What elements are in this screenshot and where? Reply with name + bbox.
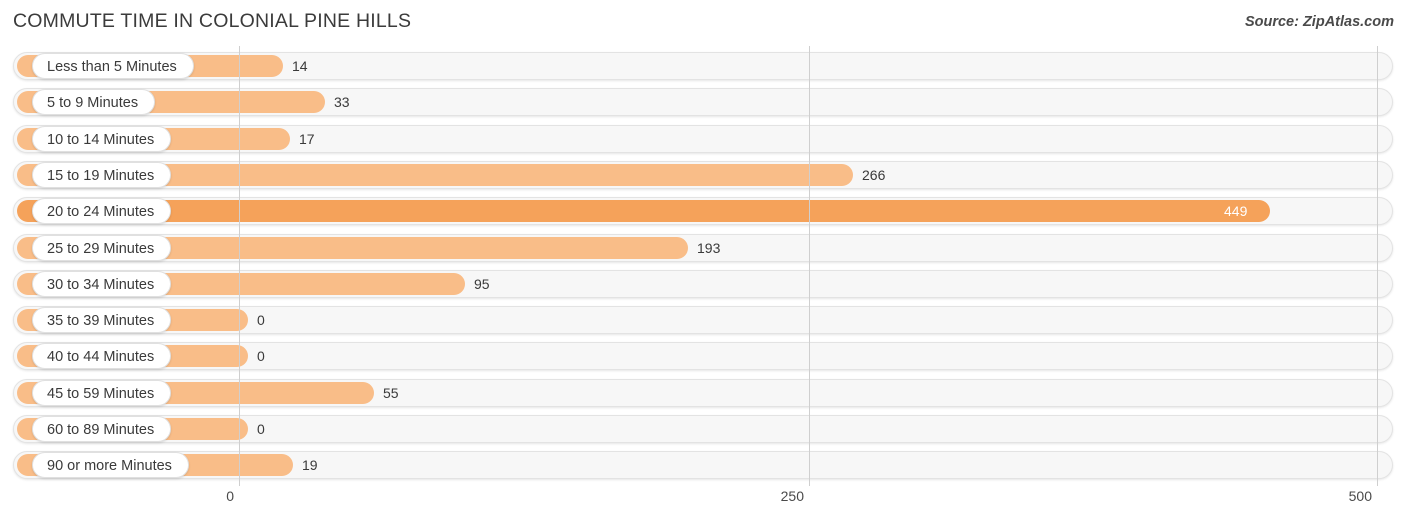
- table-row[interactable]: 90 or more Minutes 19: [0, 447, 1406, 483]
- gridline: [809, 46, 810, 486]
- table-row[interactable]: 20 to 24 Minutes 449: [0, 193, 1406, 229]
- bar-value-label: 0: [257, 421, 265, 437]
- table-row[interactable]: 5 to 9 Minutes 33: [0, 84, 1406, 120]
- table-row[interactable]: 35 to 39 Minutes 0: [0, 302, 1406, 338]
- bar-value-label: 193: [697, 239, 721, 256]
- table-row[interactable]: 30 to 34 Minutes 95: [0, 266, 1406, 302]
- chart-plot-area: Less than 5 Minutes 14 5 to 9 Minutes 33 10 …: [0, 46, 1406, 486]
- chart-header: COMMUTE TIME IN COLONIAL PINE HILLS Sour…: [0, 0, 1406, 46]
- gridline: [239, 46, 240, 486]
- table-row[interactable]: 40 to 44 Minutes 0: [0, 338, 1406, 374]
- category-label: 40 to 44 Minutes: [32, 343, 172, 370]
- category-label: 5 to 9 Minutes: [32, 89, 156, 116]
- bar-value-label: 17: [299, 130, 315, 147]
- x-axis-tick-label: 250: [780, 488, 804, 504]
- bar-value-label: 95: [474, 275, 490, 292]
- bar-value-label: 0: [257, 312, 265, 329]
- category-label: 35 to 39 Minutes: [32, 307, 172, 334]
- category-label: 30 to 34 Minutes: [32, 270, 172, 297]
- bar-value-label: 449: [1224, 203, 1248, 220]
- category-label: 20 to 24 Minutes: [32, 198, 172, 225]
- bar-value-label: 266: [862, 166, 886, 183]
- category-label: 90 or more Minutes: [32, 452, 189, 479]
- table-row[interactable]: 45 to 59 Minutes 55: [0, 375, 1406, 411]
- category-label: 15 to 19 Minutes: [32, 161, 172, 188]
- table-row[interactable]: 60 to 89 Minutes 0: [0, 411, 1406, 447]
- bar-value-label: 33: [334, 94, 350, 111]
- bar-value-label: 19: [302, 457, 318, 474]
- bar[interactable]: [17, 200, 1270, 223]
- table-row[interactable]: 10 to 14 Minutes 17: [0, 121, 1406, 157]
- category-label: 10 to 14 Minutes: [32, 125, 172, 152]
- category-label: 60 to 89 Minutes: [32, 416, 172, 442]
- x-axis-tick-label: 500: [1348, 488, 1372, 504]
- bar-value-label: 14: [292, 58, 308, 74]
- gridline: [1377, 46, 1378, 486]
- category-label: 25 to 29 Minutes: [32, 234, 172, 261]
- x-axis: 0 250 500: [0, 486, 1406, 524]
- category-label: 45 to 59 Minutes: [32, 379, 172, 406]
- bar-value-label: 55: [383, 384, 399, 401]
- category-label: Less than 5 Minutes: [32, 53, 194, 79]
- source-attribution: Source: ZipAtlas.com: [1244, 14, 1394, 30]
- table-row[interactable]: 25 to 29 Minutes 193: [0, 230, 1406, 266]
- table-row[interactable]: 15 to 19 Minutes 266: [0, 157, 1406, 193]
- x-axis-tick-label: 0: [226, 488, 234, 504]
- table-row[interactable]: Less than 5 Minutes 14: [0, 48, 1406, 84]
- page-title: COMMUTE TIME IN COLONIAL PINE HILLS: [13, 10, 412, 32]
- bar-value-label: 0: [257, 348, 265, 365]
